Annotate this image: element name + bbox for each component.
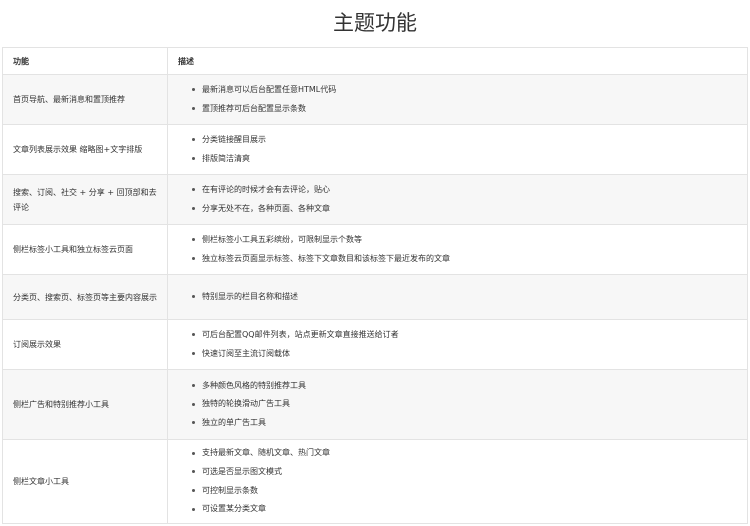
feature-cell: 侧栏标签小工具和独立标签云页面 [2, 224, 168, 275]
list-item: 多种颜色风格的特别推荐工具 [192, 377, 737, 396]
list-item: 排版简洁清爽 [192, 150, 737, 169]
list-item: 特别显示的栏目名称和描述 [192, 288, 737, 307]
description-list: 侧栏标签小工具五彩缤纷，可限制显示个数等 独立标签云页面显示标签、标签下文章数目… [178, 231, 737, 268]
description-list: 可后台配置QQ邮件列表，站点更新文章直接推送给订者 快速订阅至主流订阅载体 [178, 326, 737, 363]
list-item: 侧栏标签小工具五彩缤纷，可限制显示个数等 [192, 231, 737, 250]
description-list: 分类链接醒目展示 排版简洁清爽 [178, 131, 737, 168]
list-item: 独立的单广告工具 [192, 414, 737, 433]
description-list: 在有评论的时候才会有去评论，贴心 分享无处不在，各种页面、各种文章 [178, 181, 737, 218]
table-header-row: 功能 描述 [2, 47, 748, 75]
description-cell: 在有评论的时候才会有去评论，贴心 分享无处不在，各种页面、各种文章 [167, 174, 748, 225]
feature-cell: 侧栏文章小工具 [2, 439, 168, 524]
description-list: 特别显示的栏目名称和描述 [178, 288, 737, 307]
list-item: 独立标签云页面显示标签、标签下文章数目和该标签下最近发布的文章 [192, 250, 737, 269]
list-item: 最新消息可以后台配置任意HTML代码 [192, 81, 737, 100]
header-feature: 功能 [2, 47, 168, 75]
table-row: 订阅展示效果 可后台配置QQ邮件列表，站点更新文章直接推送给订者 快速订阅至主流… [2, 319, 748, 370]
feature-cell: 文章列表展示效果 缩略图+文字排版 [2, 124, 168, 175]
description-list: 支持最新文章、随机文章、热门文章 可选是否显示图文模式 可控制显示条数 可设置某… [178, 444, 737, 518]
list-item: 置顶推荐可后台配置显示条数 [192, 100, 737, 119]
list-item: 可控制显示条数 [192, 482, 737, 501]
description-cell: 侧栏标签小工具五彩缤纷，可限制显示个数等 独立标签云页面显示标签、标签下文章数目… [167, 224, 748, 275]
table-row: 首页导航、最新消息和置顶推荐 最新消息可以后台配置任意HTML代码 置顶推荐可后… [2, 74, 748, 125]
feature-cell: 侧栏广告和特别推荐小工具 [2, 369, 168, 440]
description-list: 最新消息可以后台配置任意HTML代码 置顶推荐可后台配置显示条数 [178, 81, 737, 118]
list-item: 分类链接醒目展示 [192, 131, 737, 150]
table-row: 搜索、订阅、社交 + 分享 + 回顶部和去评论 在有评论的时候才会有去评论，贴心… [2, 174, 748, 225]
list-item: 可选是否显示图文模式 [192, 463, 737, 482]
list-item: 支持最新文章、随机文章、热门文章 [192, 444, 737, 463]
description-cell: 最新消息可以后台配置任意HTML代码 置顶推荐可后台配置显示条数 [167, 74, 748, 125]
feature-cell: 搜索、订阅、社交 + 分享 + 回顶部和去评论 [2, 174, 168, 225]
description-cell: 特别显示的栏目名称和描述 [167, 274, 748, 320]
list-item: 独特的轮换滑动广告工具 [192, 395, 737, 414]
list-item: 可设置某分类文章 [192, 500, 737, 519]
table-row: 文章列表展示效果 缩略图+文字排版 分类链接醒目展示 排版简洁清爽 [2, 124, 748, 175]
page-title: 主题功能 [333, 11, 417, 35]
list-item: 可后台配置QQ邮件列表，站点更新文章直接推送给订者 [192, 326, 737, 345]
description-cell: 可后台配置QQ邮件列表，站点更新文章直接推送给订者 快速订阅至主流订阅载体 [167, 319, 748, 370]
list-item: 快速订阅至主流订阅载体 [192, 345, 737, 364]
description-cell: 分类链接醒目展示 排版简洁清爽 [167, 124, 748, 175]
feature-cell: 订阅展示效果 [2, 319, 168, 370]
table-row: 侧栏标签小工具和独立标签云页面 侧栏标签小工具五彩缤纷，可限制显示个数等 独立标… [2, 224, 748, 275]
feature-cell: 分类页、搜索页、标签页等主要内容展示 [2, 274, 168, 320]
table-row: 侧栏文章小工具 支持最新文章、随机文章、热门文章 可选是否显示图文模式 可控制显… [2, 439, 748, 524]
header-description: 描述 [167, 47, 748, 75]
description-list: 多种颜色风格的特别推荐工具 独特的轮换滑动广告工具 独立的单广告工具 [178, 377, 737, 433]
feature-table: 功能 描述 首页导航、最新消息和置顶推荐 最新消息可以后台配置任意HTML代码 … [2, 47, 748, 524]
list-item: 在有评论的时候才会有去评论，贴心 [192, 181, 737, 200]
list-item: 分享无处不在，各种页面、各种文章 [192, 200, 737, 219]
description-cell: 支持最新文章、随机文章、热门文章 可选是否显示图文模式 可控制显示条数 可设置某… [167, 439, 748, 524]
table-row: 分类页、搜索页、标签页等主要内容展示 特别显示的栏目名称和描述 [2, 274, 748, 320]
table-row: 侧栏广告和特别推荐小工具 多种颜色风格的特别推荐工具 独特的轮换滑动广告工具 独… [2, 369, 748, 440]
description-cell: 多种颜色风格的特别推荐工具 独特的轮换滑动广告工具 独立的单广告工具 [167, 369, 748, 440]
feature-cell: 首页导航、最新消息和置顶推荐 [2, 74, 168, 125]
